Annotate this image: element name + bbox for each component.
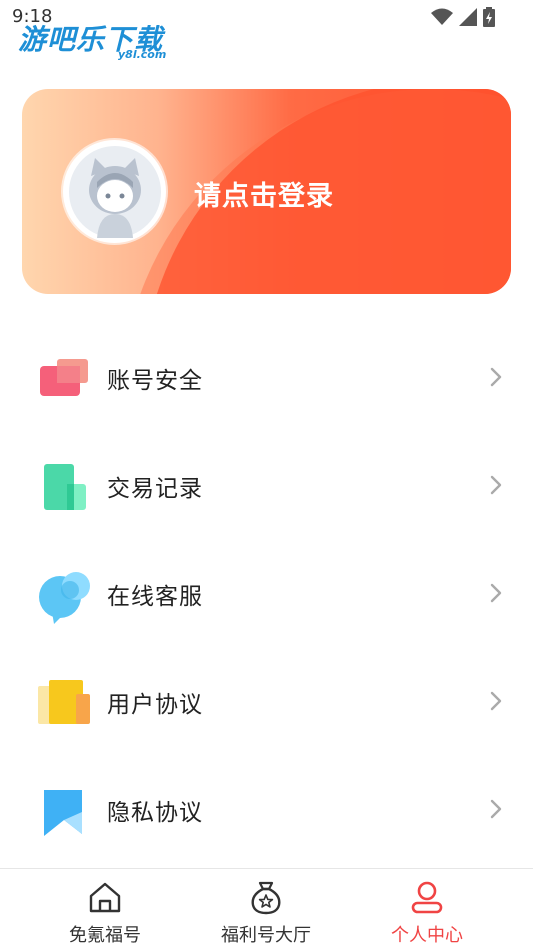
menu-item-user-agreement[interactable]: 用户协议 xyxy=(0,648,533,756)
menu-item-transaction-record[interactable]: 交易记录 xyxy=(0,432,533,540)
login-prompt[interactable]: 请点击登录 xyxy=(194,174,334,213)
tab-welfare-hall[interactable]: 福利号大厅 xyxy=(186,869,346,949)
chevron-right-icon xyxy=(490,799,502,819)
menu-item-label: 交易记录 xyxy=(107,476,203,502)
bookmark-icon xyxy=(44,790,82,836)
chevron-right-icon xyxy=(490,583,502,603)
login-card[interactable]: 请点击登录 xyxy=(22,89,511,294)
settings-menu: 账号安全 交易记录 在线客服 用户协议 隐私协议 xyxy=(0,324,533,864)
battery-icon xyxy=(483,7,495,27)
menu-item-privacy-agreement[interactable]: 隐私协议 xyxy=(0,756,533,864)
watermark-logo: 游吧乐下载 y8l.com xyxy=(18,18,167,61)
wifi-icon xyxy=(431,8,453,25)
avatar[interactable] xyxy=(63,140,166,243)
menu-item-label: 隐私协议 xyxy=(107,800,203,826)
status-icons xyxy=(431,7,495,27)
tab-personal-center[interactable]: 个人中心 xyxy=(347,869,507,949)
bottom-tab-bar: 免氪福号 福利号大厅 个人中心 xyxy=(0,868,533,949)
chevron-right-icon xyxy=(490,691,502,711)
menu-item-label: 账号安全 xyxy=(107,368,203,394)
watermark-domain: y8l.com xyxy=(118,48,167,61)
chevron-right-icon xyxy=(490,475,502,495)
home-icon xyxy=(89,882,121,913)
document-icon xyxy=(38,680,90,724)
menu-item-label: 在线客服 xyxy=(107,584,203,610)
menu-item-label: 用户协议 xyxy=(107,692,203,718)
signal-icon xyxy=(459,8,477,26)
chat-bubble-icon xyxy=(39,572,90,624)
default-avatar-icon xyxy=(68,145,161,238)
chevron-right-icon xyxy=(490,367,502,387)
account-security-icon xyxy=(40,359,88,396)
menu-item-online-service[interactable]: 在线客服 xyxy=(0,540,533,648)
tab-label: 个人中心 xyxy=(391,925,463,946)
menu-item-account-security[interactable]: 账号安全 xyxy=(0,324,533,432)
tab-label: 福利号大厅 xyxy=(221,925,311,946)
tab-label: 免氪福号 xyxy=(69,925,141,946)
money-bag-icon xyxy=(251,881,281,915)
user-icon xyxy=(411,881,443,914)
tab-free-accounts[interactable]: 免氪福号 xyxy=(25,869,185,949)
transaction-record-icon xyxy=(44,464,86,510)
